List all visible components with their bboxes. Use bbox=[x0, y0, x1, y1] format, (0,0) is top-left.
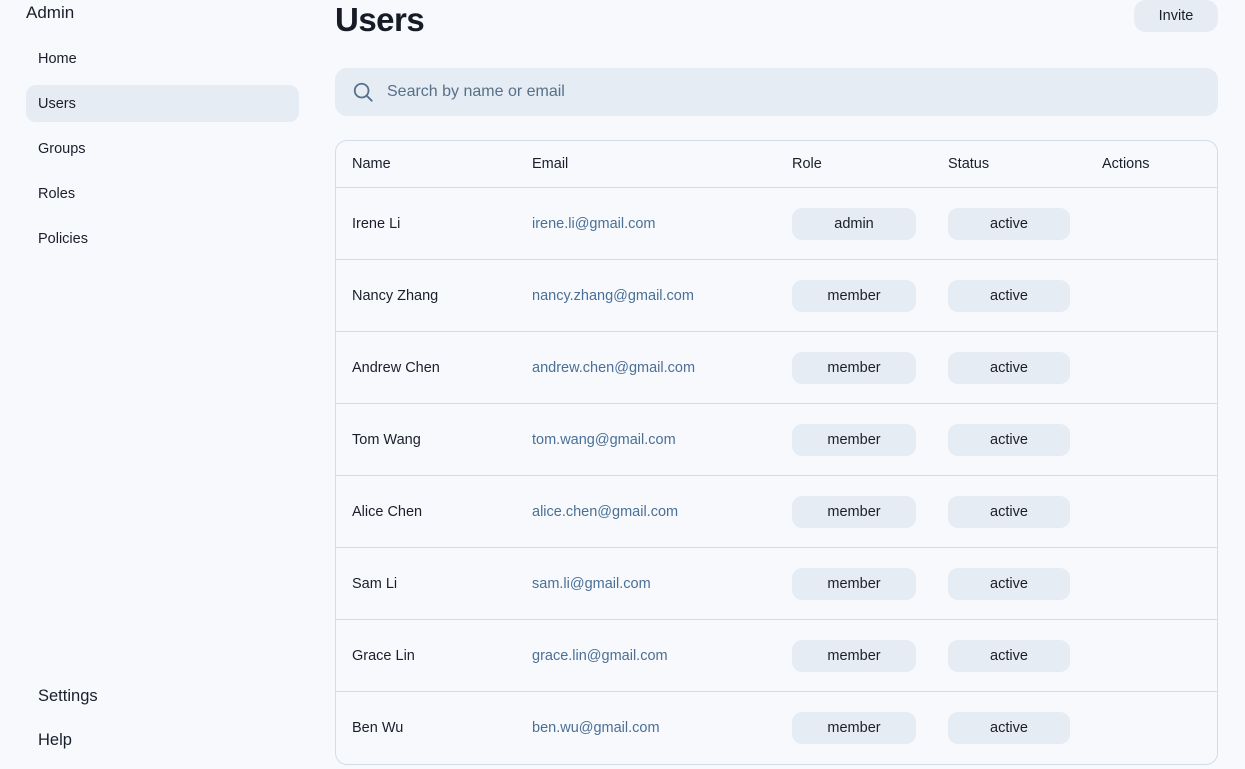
user-name: Andrew Chen bbox=[352, 359, 440, 376]
actions-cell bbox=[1102, 620, 1212, 691]
status-badge: active bbox=[948, 279, 1070, 312]
sidebar-item-label: Policies bbox=[38, 230, 88, 247]
actions-cell bbox=[1102, 692, 1212, 763]
table-row[interactable]: Andrew Chen andrew.chen@gmail.com member… bbox=[336, 331, 1217, 403]
sidebar-item-settings[interactable]: Settings bbox=[38, 680, 98, 713]
status-badge: active bbox=[948, 351, 1070, 384]
role-badge: member bbox=[792, 279, 916, 312]
column-header-name[interactable]: Name bbox=[352, 141, 522, 187]
table-row[interactable]: Grace Lin grace.lin@gmail.com member act… bbox=[336, 619, 1217, 691]
user-name: Grace Lin bbox=[352, 647, 415, 664]
actions-cell bbox=[1102, 404, 1212, 475]
sidebar-item-policies[interactable]: Policies bbox=[26, 220, 299, 257]
search-bar[interactable] bbox=[335, 68, 1218, 116]
sidebar-item-groups[interactable]: Groups bbox=[26, 130, 299, 167]
user-name: Tom Wang bbox=[352, 431, 421, 448]
column-header-actions: Actions bbox=[1102, 156, 1150, 172]
role-cell: member bbox=[792, 404, 932, 475]
status-badge: active bbox=[948, 423, 1070, 456]
sidebar-nav: Home Users Groups Roles Policies bbox=[26, 40, 299, 265]
status-badge: active bbox=[948, 207, 1070, 240]
status-cell: active bbox=[948, 692, 1088, 763]
admin-app: Admin Home Users Groups Roles Policies S… bbox=[0, 0, 1245, 769]
status-cell: active bbox=[948, 332, 1088, 403]
table-row[interactable]: Tom Wang tom.wang@gmail.com member activ… bbox=[336, 403, 1217, 475]
status-cell: active bbox=[948, 188, 1088, 259]
role-cell: member bbox=[792, 548, 932, 619]
table-header-row: Name Email Role Status Actions bbox=[336, 141, 1217, 187]
status-badge: active bbox=[948, 711, 1070, 744]
role-badge: member bbox=[792, 639, 916, 672]
role-badge: member bbox=[792, 495, 916, 528]
column-header-role[interactable]: Role bbox=[792, 141, 932, 187]
user-name: Alice Chen bbox=[352, 503, 423, 520]
status-cell: active bbox=[948, 404, 1088, 475]
table-row[interactable]: Irene Li irene.li@gmail.com admin active bbox=[336, 187, 1217, 259]
role-badge: member bbox=[792, 351, 916, 384]
role-badge: member bbox=[792, 711, 916, 744]
sidebar: Admin Home Users Groups Roles Policies S… bbox=[0, 0, 310, 769]
user-email-link[interactable]: alice.chen@gmail.com bbox=[532, 476, 782, 547]
user-email-link[interactable]: grace.lin@gmail.com bbox=[532, 620, 782, 691]
search-icon bbox=[351, 80, 375, 104]
user-email-link[interactable]: tom.wang@gmail.com bbox=[532, 404, 782, 475]
status-badge: active bbox=[948, 495, 1070, 528]
user-email-link[interactable]: irene.li@gmail.com bbox=[532, 188, 782, 259]
sidebar-item-label: Groups bbox=[38, 140, 86, 157]
actions-cell bbox=[1102, 476, 1212, 547]
role-cell: member bbox=[792, 332, 932, 403]
sidebar-item-label: Roles bbox=[38, 185, 76, 202]
user-name: Ben Wu bbox=[352, 719, 404, 736]
user-name: Irene Li bbox=[352, 215, 401, 232]
column-header-email[interactable]: Email bbox=[532, 141, 782, 187]
user-name: Nancy Zhang bbox=[352, 287, 439, 304]
page-title: Users bbox=[335, 1, 425, 38]
sidebar-item-help[interactable]: Help bbox=[38, 724, 98, 757]
user-name: Sam Li bbox=[352, 575, 398, 592]
status-badge: active bbox=[948, 639, 1070, 672]
table-row[interactable]: Ben Wu ben.wu@gmail.com member active bbox=[336, 691, 1217, 763]
user-email-link[interactable]: andrew.chen@gmail.com bbox=[532, 332, 782, 403]
role-cell: member bbox=[792, 692, 932, 763]
sidebar-item-users[interactable]: Users bbox=[26, 85, 299, 122]
actions-cell bbox=[1102, 332, 1212, 403]
role-badge: member bbox=[792, 567, 916, 600]
column-header-status[interactable]: Status bbox=[948, 141, 1088, 187]
status-badge: active bbox=[948, 567, 1070, 600]
status-cell: active bbox=[948, 548, 1088, 619]
table-row[interactable]: Alice Chen alice.chen@gmail.com member a… bbox=[336, 475, 1217, 547]
brand-title: Admin bbox=[26, 3, 75, 22]
role-cell: member bbox=[792, 620, 932, 691]
search-input[interactable] bbox=[387, 83, 1187, 101]
actions-cell bbox=[1102, 188, 1212, 259]
users-table: Name Email Role Status Actions Irene Li … bbox=[335, 140, 1218, 765]
sidebar-item-home[interactable]: Home bbox=[26, 40, 299, 77]
user-email-link[interactable]: sam.li@gmail.com bbox=[532, 548, 782, 619]
sidebar-bottom-nav: Settings Help bbox=[38, 680, 98, 768]
status-cell: active bbox=[948, 260, 1088, 331]
table-row[interactable]: Sam Li sam.li@gmail.com member active bbox=[336, 547, 1217, 619]
actions-cell bbox=[1102, 260, 1212, 331]
sidebar-item-label: Home bbox=[38, 50, 77, 67]
table-row[interactable]: Nancy Zhang nancy.zhang@gmail.com member… bbox=[336, 259, 1217, 331]
user-email-link[interactable]: nancy.zhang@gmail.com bbox=[532, 260, 782, 331]
status-cell: active bbox=[948, 620, 1088, 691]
status-cell: active bbox=[948, 476, 1088, 547]
role-cell: member bbox=[792, 476, 932, 547]
sidebar-item-roles[interactable]: Roles bbox=[26, 175, 299, 212]
actions-cell bbox=[1102, 548, 1212, 619]
invite-button[interactable]: Invite bbox=[1134, 0, 1218, 32]
role-badge: admin bbox=[792, 207, 916, 240]
role-cell: member bbox=[792, 260, 932, 331]
role-cell: admin bbox=[792, 188, 932, 259]
user-email-link[interactable]: ben.wu@gmail.com bbox=[532, 692, 782, 763]
sidebar-item-label: Users bbox=[38, 95, 76, 112]
role-badge: member bbox=[792, 423, 916, 456]
